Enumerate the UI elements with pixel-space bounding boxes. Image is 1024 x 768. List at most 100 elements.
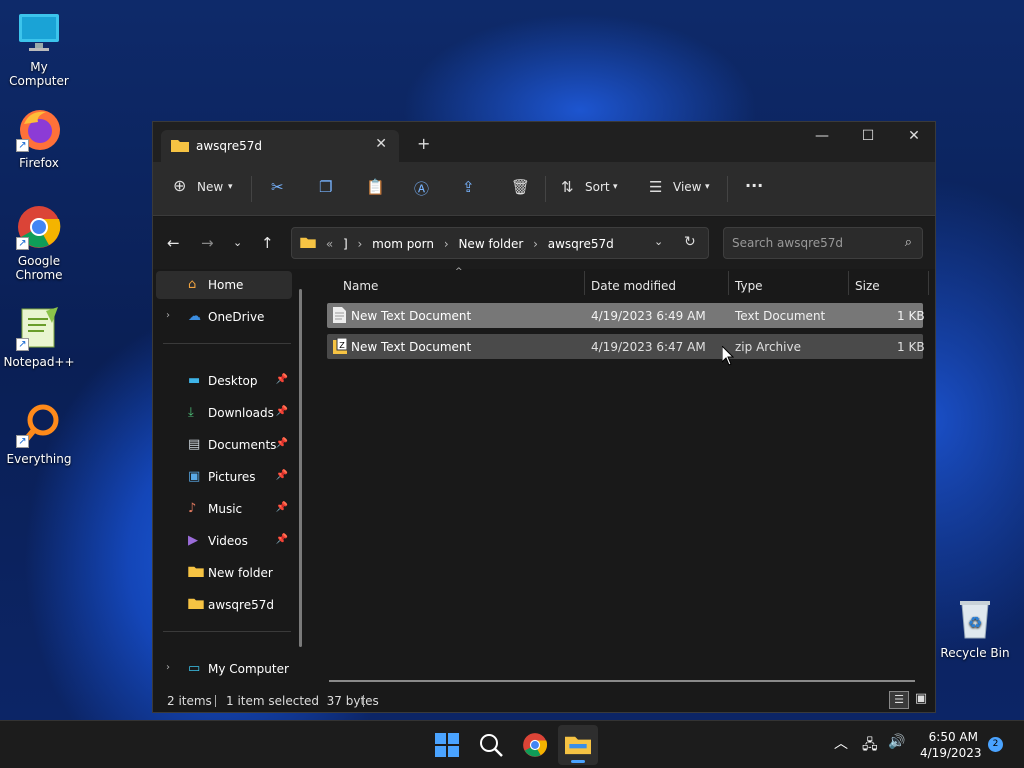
status-divider (363, 695, 364, 707)
close-window-button[interactable]: ✕ (891, 128, 937, 144)
desktop-icon-my-computer[interactable]: My Computer (0, 10, 78, 88)
sort-button[interactable]: Sort (585, 180, 610, 194)
chrome-taskbar-icon[interactable] (522, 732, 548, 758)
horizontal-scrollbar[interactable] (329, 680, 915, 682)
breadcrumb-item[interactable]: awsqre57d (548, 237, 614, 251)
tiles-view-icon[interactable]: ▣ (911, 691, 931, 709)
chevron-up-icon[interactable]: ︿ (834, 733, 848, 753)
breadcrumb-separator: › (533, 237, 538, 251)
column-header-size[interactable]: Size (855, 279, 880, 293)
up-button[interactable]: ↑ (261, 234, 274, 252)
everything-search-icon: ↗ (16, 402, 62, 448)
clock[interactable]: 6:50 AM 4/19/2023 (920, 729, 982, 761)
start-windows-icon[interactable] (434, 732, 460, 758)
back-button[interactable]: ← (167, 234, 180, 252)
sidebar-item-videos[interactable]: ▶ Videos 📌 (156, 527, 292, 555)
column-divider[interactable] (848, 271, 849, 295)
desktop-icon-label: Recycle Bin (940, 646, 1010, 660)
paste-icon[interactable]: 📋 (366, 178, 385, 196)
view-icon: ☰ (649, 178, 663, 196)
monitor-icon: ▭ (188, 661, 201, 676)
taskbar: ︿ 🖧 🔊 6:50 AM 4/19/2023 2 (0, 720, 1024, 768)
tab-awsqre57d[interactable]: awsqre57d ✕ (161, 130, 399, 162)
sidebar-item-home[interactable]: ⌂ Home (156, 271, 292, 299)
folder-icon (188, 565, 204, 581)
new-button[interactable]: New (197, 180, 223, 194)
column-divider[interactable] (584, 271, 585, 295)
sidebar-item-desktop[interactable]: ▬ Desktop 📌 (156, 367, 292, 395)
more-options-button[interactable]: ··· (745, 176, 763, 195)
folder-icon (171, 138, 189, 155)
network-icon[interactable]: 🖧 (862, 734, 878, 758)
desktop-icon-everything[interactable]: ↗ Everything (0, 402, 78, 466)
video-icon: ▶ (188, 533, 198, 548)
column-divider[interactable] (728, 271, 729, 295)
sort-ascending-icon: ^ (455, 267, 463, 277)
sidebar-item-onedrive[interactable]: › ☁ OneDrive (156, 303, 292, 331)
delete-icon[interactable]: 🗑 (511, 178, 530, 196)
clock-date: 4/19/2023 (920, 746, 982, 760)
column-header-name[interactable]: Name (343, 279, 378, 293)
chrome-icon: ↗ (16, 204, 62, 250)
file-type: zip Archive (735, 340, 801, 354)
recent-locations-button[interactable]: ⌄ (233, 236, 242, 249)
status-item-count: 2 items (167, 694, 212, 708)
desktop-icon-chrome[interactable]: ↗ Google Chrome (0, 204, 78, 282)
forward-button[interactable]: → (201, 234, 214, 252)
maximize-button[interactable]: ☐ (845, 128, 891, 144)
refresh-icon[interactable]: ↻ (684, 234, 696, 250)
chevron-right-icon[interactable]: › (166, 662, 170, 673)
address-bar[interactable]: « ] › mom porn › New folder › awsqre57d … (291, 227, 709, 259)
desktop-icon-label: Google Chrome (15, 254, 63, 282)
desktop-icon-label: Firefox (19, 156, 59, 170)
minimize-button[interactable]: — (799, 128, 845, 144)
sidebar-item-pictures[interactable]: ▣ Pictures 📌 (156, 463, 292, 491)
navigation-pane: ⌂ Home › ☁ OneDrive ▬ Desktop 📌 ⤓ Downlo… (153, 269, 303, 679)
column-header-date[interactable]: Date modified (591, 279, 676, 293)
breadcrumb-overflow[interactable]: « (326, 237, 333, 251)
breadcrumb-item[interactable]: New folder (458, 237, 523, 251)
view-button[interactable]: View (673, 180, 701, 194)
shortcut-arrow-icon: ↗ (16, 139, 29, 152)
cut-icon[interactable]: ✂ (271, 178, 284, 196)
breadcrumb-item[interactable]: ] (343, 237, 348, 251)
new-tab-button[interactable]: + (417, 134, 430, 153)
sidebar-item-music[interactable]: ♪ Music 📌 (156, 495, 292, 523)
pin-icon: 📌 (275, 470, 288, 481)
file-row[interactable]: Z New Text Document 4/19/2023 6:47 AM zi… (327, 334, 925, 359)
chevron-right-icon[interactable]: › (166, 310, 170, 321)
file-row[interactable]: New Text Document 4/19/2023 6:49 AM Text… (327, 303, 925, 328)
rename-icon[interactable]: Ⓐ (414, 178, 429, 199)
file-explorer-taskbar-button[interactable] (558, 725, 598, 765)
sidebar-item-downloads[interactable]: ⤓ Downloads 📌 (156, 399, 292, 427)
desktop-icon-recycle-bin[interactable]: ♻ Recycle Bin (936, 596, 1014, 660)
close-tab-icon[interactable]: ✕ (375, 136, 387, 152)
column-divider[interactable] (928, 271, 929, 295)
details-view-icon[interactable]: ☰ (889, 691, 909, 709)
sidebar-scrollbar[interactable] (299, 289, 302, 647)
volume-icon[interactable]: 🔊 (888, 734, 905, 750)
notification-badge[interactable]: 2 (988, 737, 1003, 752)
search-icon[interactable] (478, 732, 504, 758)
breadcrumb-separator: › (357, 237, 363, 251)
text-document-icon (333, 307, 346, 326)
desktop-icon-firefox[interactable]: ↗ Firefox (0, 106, 78, 170)
search-placeholder: Search awsqre57d (732, 236, 844, 250)
sidebar-item-my-computer[interactable]: › ▭ My Computer (156, 655, 292, 683)
copy-icon[interactable]: ❐ (319, 178, 332, 196)
share-icon[interactable]: ⇪ (462, 178, 475, 196)
sidebar-item-new-folder[interactable]: New folder (156, 559, 292, 587)
file-name: New Text Document (351, 309, 472, 323)
download-icon: ⤓ (188, 405, 194, 420)
file-list: ^ Name Date modified Type Size New Text … (311, 267, 931, 682)
pin-icon: 📌 (275, 406, 288, 417)
sidebar-item-documents[interactable]: ▤ Documents 📌 (156, 431, 292, 459)
column-header-type[interactable]: Type (735, 279, 763, 293)
chevron-down-icon[interactable]: ⌄ (654, 235, 663, 248)
title-bar: awsqre57d ✕ + — ☐ ✕ (153, 122, 935, 162)
sidebar-item-awsqre57d[interactable]: awsqre57d (156, 591, 292, 619)
search-input[interactable]: Search awsqre57d ⌕ (723, 227, 923, 259)
breadcrumb-item[interactable]: mom porn (372, 237, 434, 251)
music-icon: ♪ (188, 501, 197, 516)
desktop-icon-notepadpp[interactable]: ↗ Notepad++ (0, 305, 78, 369)
